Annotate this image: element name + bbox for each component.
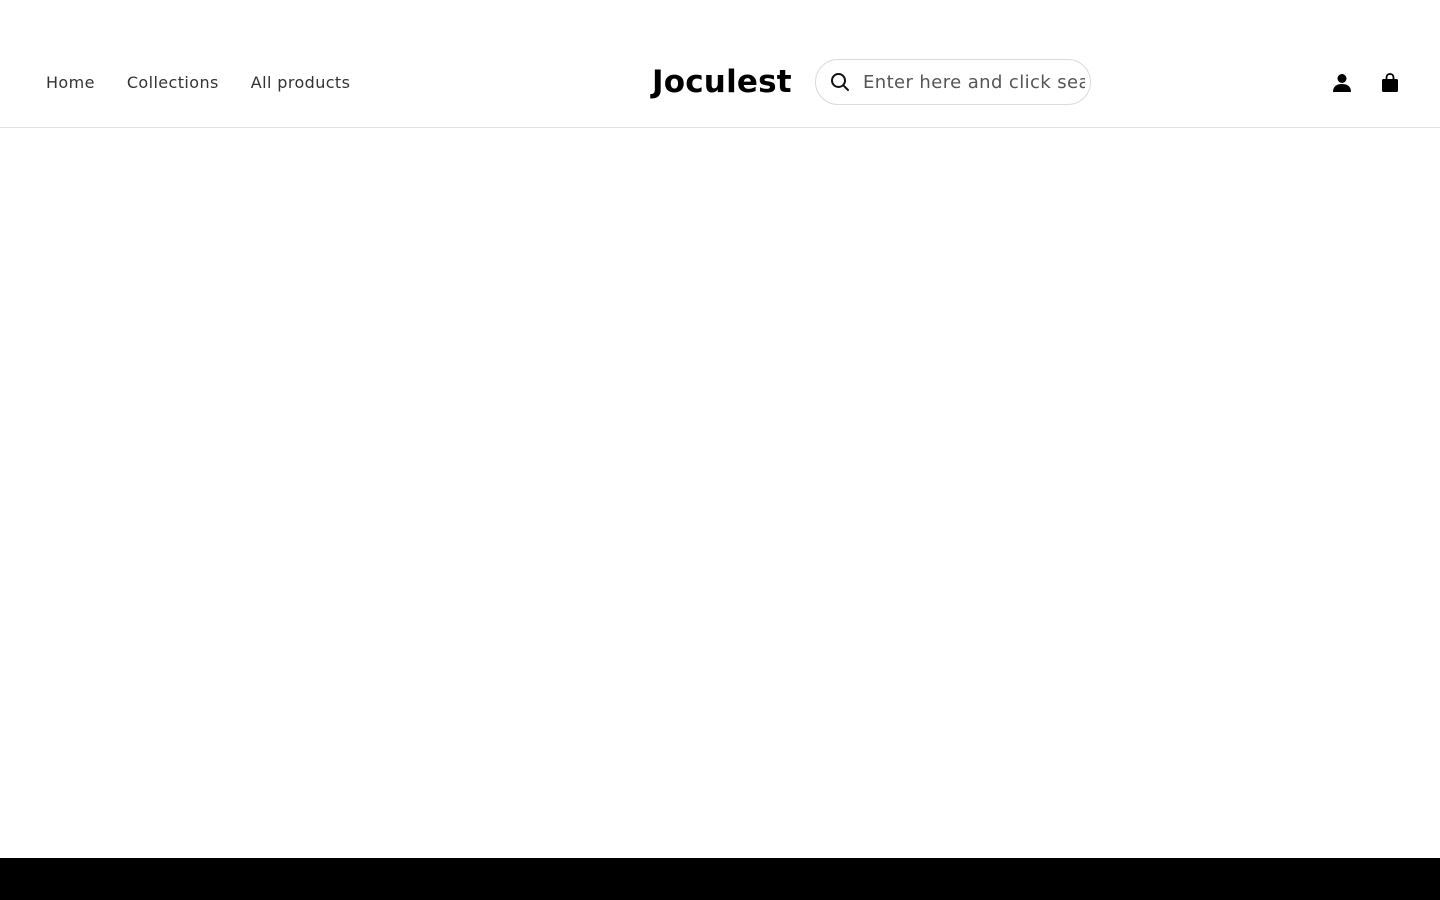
site-footer xyxy=(0,858,1440,900)
site-header: Home Collections All products Joculest xyxy=(0,0,1440,128)
search-input[interactable] xyxy=(863,71,1085,93)
main-nav: Home Collections All products xyxy=(46,72,382,94)
nav-link-collections[interactable]: Collections xyxy=(127,72,219,94)
user-icon[interactable] xyxy=(1330,71,1354,95)
search-icon[interactable] xyxy=(829,71,851,93)
main-content xyxy=(0,128,1440,858)
nav-link-all-products[interactable]: All products xyxy=(251,72,351,94)
nav-link-home[interactable]: Home xyxy=(46,72,95,94)
shopping-bag-icon[interactable] xyxy=(1378,71,1402,95)
search-box xyxy=(815,59,1091,105)
site-logo[interactable]: Joculest xyxy=(652,62,792,102)
